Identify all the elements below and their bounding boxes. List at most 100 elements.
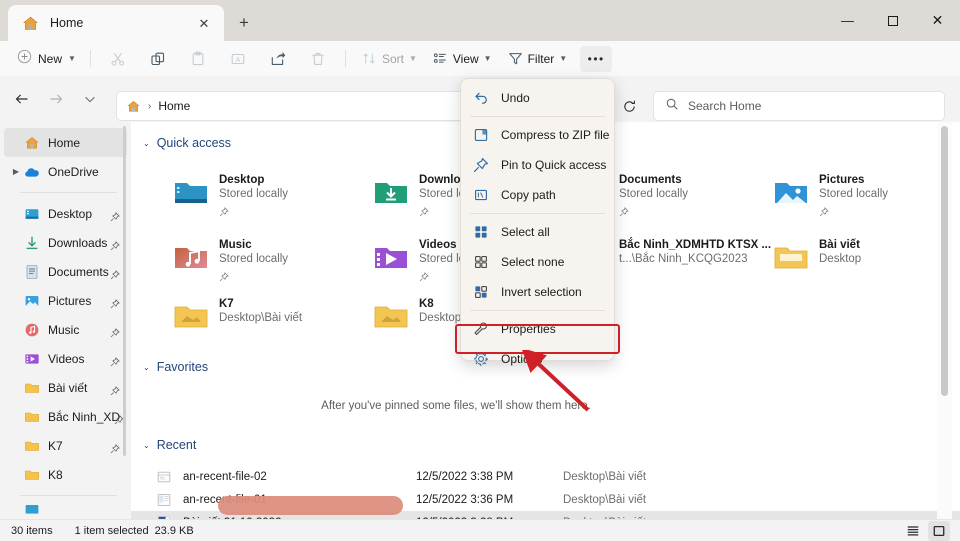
pin-icon[interactable] bbox=[110, 441, 120, 453]
new-tab-button[interactable]: + bbox=[230, 10, 258, 36]
close-icon[interactable]: ✕ bbox=[192, 11, 216, 35]
share-button[interactable] bbox=[261, 46, 295, 72]
rename-button[interactable]: A bbox=[221, 46, 255, 72]
tile-name: Bắc Ninh_XDMHTD KTSX ... bbox=[619, 239, 772, 251]
recent-header[interactable]: ⌄ Recent bbox=[143, 438, 960, 452]
folder-icon bbox=[773, 239, 809, 275]
menu-item-pin-to-quick-access[interactable]: Pin to Quick access bbox=[464, 150, 611, 180]
sidebar-item-videos[interactable]: Videos bbox=[4, 344, 127, 373]
sidebar-item-k8[interactable]: K8 bbox=[4, 460, 127, 489]
recent-locations-button[interactable] bbox=[76, 85, 104, 113]
sidebar-item-bai-viet[interactable]: Bài viết bbox=[4, 373, 127, 402]
chevron-right-icon[interactable]: ▶ bbox=[8, 167, 24, 176]
sidebar-item-onedrive[interactable]: ▶ OneDrive bbox=[4, 157, 127, 186]
videos-folder-icon bbox=[373, 239, 409, 275]
sidebar-item-label: K7 bbox=[48, 438, 63, 453]
pin-icon[interactable] bbox=[110, 209, 120, 221]
large-icons-view-icon[interactable] bbox=[928, 521, 950, 541]
delete-button[interactable] bbox=[301, 46, 335, 72]
pin-icon[interactable] bbox=[110, 238, 120, 250]
sort-button[interactable]: Sort ▼ bbox=[355, 46, 424, 72]
minimize-icon[interactable]: — bbox=[825, 0, 870, 41]
sidebar-item-downloads[interactable]: Downloads bbox=[4, 228, 127, 257]
pictures-icon bbox=[24, 293, 40, 309]
menu-item-invert-selection[interactable]: Invert selection bbox=[464, 277, 611, 307]
close-icon[interactable]: ✕ bbox=[915, 0, 960, 41]
chevron-down-icon[interactable]: ⌄ bbox=[143, 363, 150, 372]
pin-icon[interactable] bbox=[110, 354, 120, 366]
sidebar-item-label: K8 bbox=[48, 467, 63, 482]
invert-selection-icon bbox=[473, 284, 489, 300]
details-view-icon[interactable] bbox=[902, 521, 924, 541]
menu-item-select-all[interactable]: Select all bbox=[464, 217, 611, 247]
chevron-down-icon: ▼ bbox=[483, 54, 492, 63]
quick-access-tile[interactable]: Pictures Stored locally bbox=[773, 172, 960, 220]
undo-icon bbox=[473, 90, 489, 106]
sidebar-item-home[interactable]: Home bbox=[4, 128, 127, 157]
paste-button[interactable] bbox=[181, 46, 215, 72]
copy-button[interactable] bbox=[141, 46, 175, 72]
menu-separator bbox=[470, 116, 605, 117]
sidebar-item-documents[interactable]: Documents bbox=[4, 257, 127, 286]
file-path: Desktop\Bài viết bbox=[563, 470, 647, 483]
chevron-down-icon[interactable]: ⌄ bbox=[143, 441, 150, 450]
pin-icon bbox=[419, 269, 429, 282]
sidebar-item-desktop[interactable]: Desktop bbox=[4, 199, 127, 228]
forward-button[interactable] bbox=[42, 85, 70, 113]
selection-status: 1 item selected bbox=[74, 524, 149, 537]
see-more-button[interactable]: ••• bbox=[580, 45, 613, 72]
menu-item-properties[interactable]: Properties bbox=[464, 314, 611, 344]
menu-item-label: Pin to Quick access bbox=[501, 158, 607, 172]
search-box[interactable]: Search Home bbox=[653, 91, 945, 121]
breadcrumb[interactable]: Home bbox=[158, 99, 190, 113]
quick-access-tile[interactable]: Bài viết Desktop bbox=[773, 237, 960, 285]
maximize-icon[interactable] bbox=[870, 0, 915, 41]
new-button[interactable]: New ▼ bbox=[12, 46, 83, 72]
pin-icon[interactable] bbox=[110, 383, 120, 395]
redaction-overlay bbox=[218, 496, 403, 515]
pin-icon[interactable] bbox=[110, 296, 120, 308]
sidebar-item-label: Pictures bbox=[48, 293, 92, 308]
copy-path-icon bbox=[473, 187, 489, 203]
quick-access-tile[interactable]: K7 Desktop\Bài viết bbox=[173, 296, 373, 344]
table-row[interactable]: an-recent-file-02 12/5/2022 3:38 PM Desk… bbox=[131, 465, 960, 488]
refresh-button[interactable] bbox=[614, 91, 644, 121]
tab-title: Home bbox=[50, 16, 84, 30]
title-bar: Home ✕ + — ✕ bbox=[0, 0, 960, 41]
file-name: an-recent-file-02 bbox=[183, 470, 267, 483]
file-icon bbox=[156, 469, 172, 485]
menu-separator bbox=[470, 310, 605, 311]
quick-access-tile[interactable]: Music Stored locally bbox=[173, 237, 373, 285]
content-scrollbar-thumb[interactable] bbox=[941, 126, 948, 396]
quick-access-tile[interactable]: Desktop Stored locally bbox=[173, 172, 373, 220]
chevron-down-icon: ▼ bbox=[68, 54, 76, 63]
search-input[interactable]: Search Home bbox=[688, 99, 761, 113]
menu-item-compress-to-zip[interactable]: Compress to ZIP file bbox=[464, 120, 611, 150]
back-button[interactable] bbox=[8, 85, 36, 113]
view-button[interactable]: View ▼ bbox=[426, 46, 499, 72]
menu-item-select-none[interactable]: Select none bbox=[464, 247, 611, 277]
sidebar-item-label: Videos bbox=[48, 351, 85, 366]
folder-icon bbox=[24, 467, 40, 483]
chevron-down-icon[interactable]: ⌄ bbox=[143, 139, 150, 148]
pin-icon bbox=[219, 204, 229, 217]
tile-name: Bài viết bbox=[819, 239, 860, 251]
menu-item-copy-path[interactable]: Copy path bbox=[464, 180, 611, 210]
sidebar-item-label: Desktop bbox=[48, 206, 93, 221]
pin-icon[interactable] bbox=[110, 325, 120, 337]
sidebar-item-label: Downloads bbox=[48, 235, 108, 250]
cut-button[interactable] bbox=[101, 46, 135, 72]
trash-icon bbox=[312, 52, 324, 65]
sidebar-item-pictures[interactable]: Pictures bbox=[4, 286, 127, 315]
sidebar-item-music[interactable]: Music bbox=[4, 315, 127, 344]
sidebar-item-this-pc[interactable] bbox=[4, 502, 127, 518]
pin-icon[interactable] bbox=[110, 267, 120, 279]
sidebar-scrollbar[interactable] bbox=[123, 126, 126, 456]
menu-item-undo[interactable]: Undo bbox=[464, 83, 611, 113]
new-label: New bbox=[38, 51, 63, 66]
filter-button[interactable]: Filter ▼ bbox=[501, 46, 575, 72]
rename-icon: A bbox=[231, 53, 245, 64]
sidebar-item-k7[interactable]: K7 bbox=[4, 431, 127, 460]
sidebar-item-bac-ninh-xd[interactable]: Bắc Ninh_XD bbox=[4, 402, 127, 431]
tab-home[interactable]: Home ✕ bbox=[8, 5, 224, 41]
